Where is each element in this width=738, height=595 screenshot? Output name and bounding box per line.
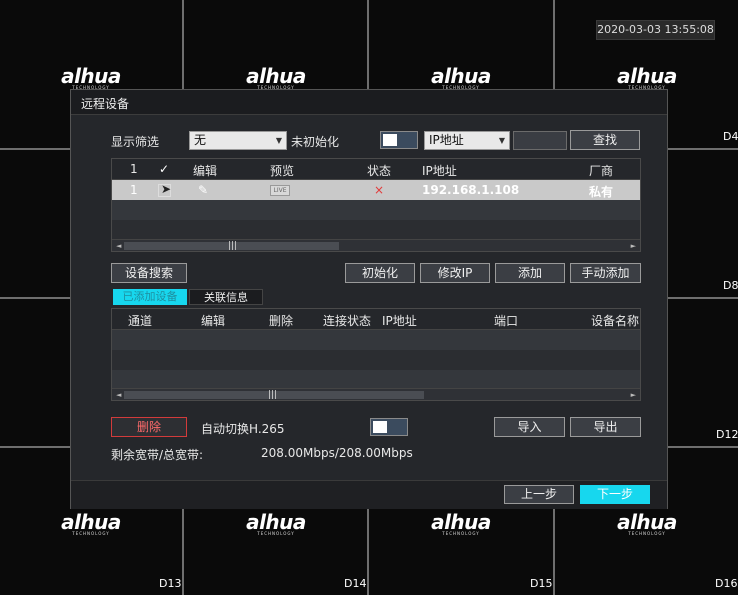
next-step-button[interactable]: 下一步 bbox=[580, 485, 650, 504]
channel-label: D16 bbox=[715, 577, 738, 590]
uninit-label: 未初始化 bbox=[291, 135, 340, 149]
search-type-select[interactable]: IP地址 ▼ bbox=[424, 131, 510, 150]
header-status: 状态 bbox=[367, 164, 392, 178]
toggle-knob bbox=[373, 421, 387, 433]
status-error-icon: × bbox=[374, 183, 385, 197]
tab-added-devices[interactable]: 已添加设备 bbox=[113, 289, 187, 305]
header-edit: 编辑 bbox=[193, 164, 218, 178]
scroll-right-icon[interactable]: ► bbox=[631, 389, 636, 400]
filter-label: 显示筛选 bbox=[111, 135, 160, 149]
table-row bbox=[112, 370, 640, 390]
bandwidth-value: 208.00Mbps/208.00Mbps bbox=[261, 446, 413, 460]
brand-logo: alhua TECHNOLOGY bbox=[617, 510, 677, 536]
brand-logo: alhua TECHNOLOGY bbox=[617, 64, 677, 90]
brand-logo: alhua TECHNOLOGY bbox=[61, 510, 121, 536]
table-header: 通道 编辑 删除 连接状态 IP地址 端口 设备名称 bbox=[112, 309, 640, 330]
brand-logo: alhua TECHNOLOGY bbox=[246, 64, 306, 90]
added-table-scrollbar[interactable]: ◄ ||| ► bbox=[112, 388, 640, 400]
row-index: 1 bbox=[130, 183, 138, 197]
brand-logo: alhua TECHNOLOGY bbox=[431, 510, 491, 536]
header-ip: IP地址 bbox=[422, 164, 457, 178]
dialog-title: 远程设备 bbox=[81, 97, 130, 111]
header-device-name: 设备名称 bbox=[591, 314, 640, 328]
scroll-grip-icon: ||| bbox=[228, 241, 238, 251]
prev-step-button[interactable]: 上一步 bbox=[504, 485, 574, 504]
channel-label: D13 bbox=[159, 577, 182, 590]
export-button[interactable]: 导出 bbox=[570, 417, 641, 437]
header-channel: 通道 bbox=[128, 314, 153, 328]
uninit-toggle[interactable] bbox=[380, 131, 418, 149]
header-port: 端口 bbox=[494, 314, 519, 328]
header-edit: 编辑 bbox=[201, 314, 226, 328]
chevron-down-icon: ▼ bbox=[498, 136, 505, 145]
header-preview: 预览 bbox=[270, 164, 295, 178]
device-table: 1 ✓ 编辑 预览 状态 IP地址 厂商 1 ➤ ✎ LIVE × 192.16… bbox=[111, 158, 641, 252]
live-preview-icon[interactable]: LIVE bbox=[270, 185, 290, 196]
chevron-down-icon: ▼ bbox=[275, 136, 282, 145]
select-all-checkbox[interactable]: ✓ bbox=[159, 162, 169, 176]
dialog-titlebar: 远程设备 bbox=[71, 90, 667, 115]
header-vendor: 厂商 bbox=[589, 164, 614, 178]
brand-logo: alhua TECHNOLOGY bbox=[61, 64, 121, 90]
scroll-grip-icon: ||| bbox=[268, 390, 278, 400]
manual-add-button[interactable]: 手动添加 bbox=[570, 263, 641, 283]
auto-h265-toggle[interactable] bbox=[370, 418, 408, 436]
table-header: 1 ✓ 编辑 预览 状态 IP地址 厂商 bbox=[112, 159, 640, 180]
brand-logo: alhua TECHNOLOGY bbox=[431, 64, 491, 90]
initialize-button[interactable]: 初始化 bbox=[345, 263, 415, 283]
remote-device-dialog: 远程设备 显示筛选 无 ▼ 未初始化 IP地址 ▼ 查找 1 ✓ 编辑 预览 状… bbox=[70, 89, 668, 509]
channel-label: D14 bbox=[344, 577, 367, 590]
header-connection-status: 连接状态 bbox=[323, 314, 372, 328]
channel-label: D8 bbox=[723, 279, 738, 292]
import-button[interactable]: 导入 bbox=[494, 417, 565, 437]
header-ip: IP地址 bbox=[382, 314, 417, 328]
channel-label: D4 bbox=[723, 130, 738, 143]
search-button[interactable]: 查找 bbox=[570, 130, 640, 150]
scroll-left-icon[interactable]: ◄ bbox=[116, 389, 121, 400]
edit-pencil-icon[interactable]: ✎ bbox=[198, 183, 208, 197]
add-button[interactable]: 添加 bbox=[495, 263, 565, 283]
table-row[interactable]: 1 ➤ ✎ LIVE × 192.168.1.108 私有 bbox=[112, 180, 640, 200]
header-delete: 删除 bbox=[269, 314, 294, 328]
tab-related-info[interactable]: 关联信息 bbox=[189, 289, 263, 305]
modify-ip-button[interactable]: 修改IP bbox=[420, 263, 490, 283]
table-row bbox=[112, 330, 640, 350]
row-ip: 192.168.1.108 bbox=[422, 183, 520, 197]
toggle-knob bbox=[383, 134, 397, 146]
bandwidth-label: 剩余宽带/总宽带: bbox=[111, 448, 204, 462]
scroll-left-icon[interactable]: ◄ bbox=[116, 240, 121, 251]
dialog-footer: 上一步 下一步 bbox=[71, 480, 667, 509]
device-search-button[interactable]: 设备搜索 bbox=[111, 263, 187, 283]
table-row bbox=[112, 200, 640, 220]
search-type-value: IP地址 bbox=[429, 133, 464, 147]
device-table-scrollbar[interactable]: ◄ ||| ► bbox=[112, 239, 640, 251]
channel-label: D12 bbox=[716, 428, 738, 441]
scroll-right-icon[interactable]: ► bbox=[631, 240, 636, 251]
filter-select-value: 无 bbox=[194, 133, 207, 147]
table-row bbox=[112, 350, 640, 370]
search-input[interactable] bbox=[513, 131, 567, 150]
filter-select[interactable]: 无 ▼ bbox=[189, 131, 287, 150]
delete-button[interactable]: 删除 bbox=[111, 417, 187, 437]
row-vendor: 私有 bbox=[589, 185, 614, 199]
added-device-table: 通道 编辑 删除 连接状态 IP地址 端口 设备名称 ◄ ||| ► bbox=[111, 308, 641, 401]
datetime-display: 2020-03-03 13:55:08 bbox=[596, 20, 715, 40]
table-row bbox=[112, 220, 640, 240]
auto-h265-label: 自动切换H.265 bbox=[201, 422, 285, 436]
channel-label: D15 bbox=[530, 577, 553, 590]
header-index: 1 bbox=[130, 162, 138, 176]
mouse-cursor-icon: ➤ bbox=[161, 182, 172, 196]
brand-logo: alhua TECHNOLOGY bbox=[246, 510, 306, 536]
